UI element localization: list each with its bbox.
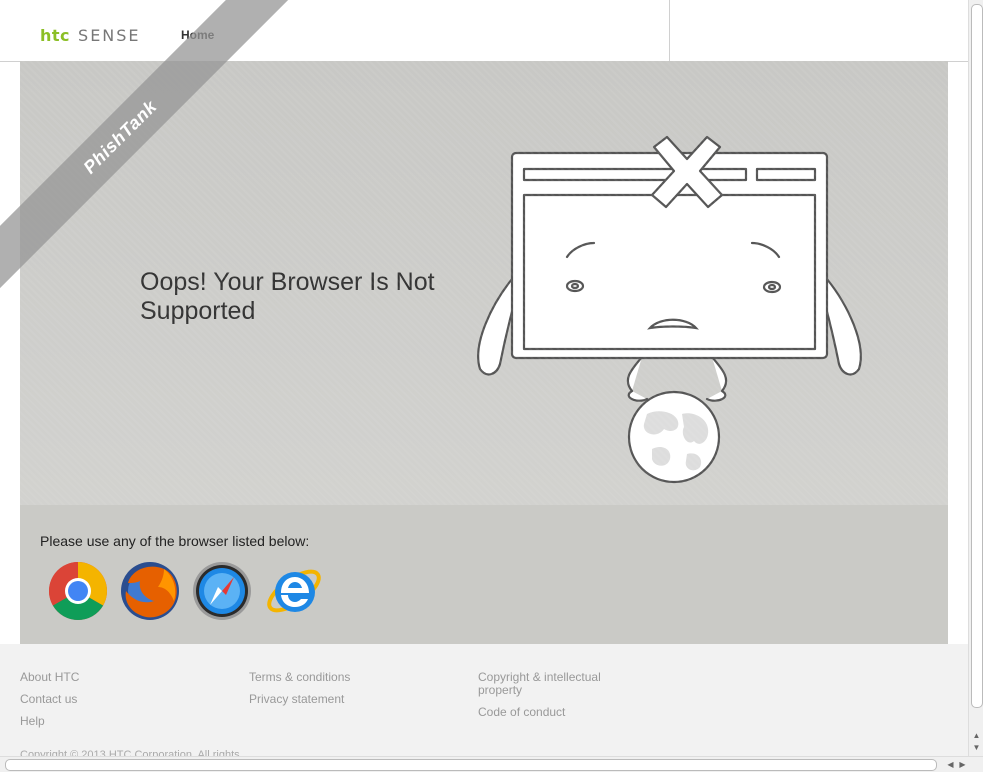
htc-sense-logo[interactable]: htc SENSE xyxy=(40,26,141,45)
footer-link-help[interactable]: Help xyxy=(20,715,79,728)
footer-link-privacy[interactable]: Privacy statement xyxy=(249,693,350,706)
footer-column-legal: Terms & conditions Privacy statement xyxy=(249,671,350,715)
footer-link-code-of-conduct[interactable]: Code of conduct xyxy=(478,706,628,719)
vertical-scrollbar[interactable]: ▲ ▼ xyxy=(968,0,983,756)
footer-link-copyright[interactable]: Copyright & intellectual property xyxy=(478,671,628,697)
footer-column-policies: Copyright & intellectual property Code o… xyxy=(478,671,628,728)
scroll-down-arrow-icon[interactable]: ▼ xyxy=(971,742,982,753)
vertical-scroll-thumb[interactable] xyxy=(971,4,983,708)
sad-browser-illustration xyxy=(477,135,862,484)
scroll-up-arrow-icon[interactable]: ▲ xyxy=(971,730,982,741)
browser-list xyxy=(48,561,324,621)
firefox-icon[interactable] xyxy=(120,561,180,621)
page-title: Oops! Your Browser Is Not Supported xyxy=(140,268,435,325)
horizontal-scroll-thumb[interactable] xyxy=(5,759,937,771)
chrome-icon[interactable] xyxy=(48,561,108,621)
header-divider xyxy=(669,0,670,61)
scroll-left-arrow-icon[interactable]: ◀ xyxy=(945,759,956,770)
scroll-right-arrow-icon[interactable]: ▶ xyxy=(957,759,968,770)
footer-column-company: About HTC Contact us Help xyxy=(20,671,79,737)
footer-link-contact[interactable]: Contact us xyxy=(20,693,79,706)
logo-brand: htc xyxy=(40,26,71,45)
logo-product: SENSE xyxy=(78,26,141,45)
footer-link-terms[interactable]: Terms & conditions xyxy=(249,671,350,684)
site-header: htc SENSE Home xyxy=(0,0,968,62)
ie-icon[interactable] xyxy=(264,561,324,621)
nav-home-link[interactable]: Home xyxy=(181,28,214,42)
safari-icon[interactable] xyxy=(192,561,252,621)
footer-link-about[interactable]: About HTC xyxy=(20,671,79,684)
supported-browsers-section: Please use any of the browser listed bel… xyxy=(20,505,948,644)
site-footer: About HTC Contact us Help Terms & condit… xyxy=(0,644,968,761)
horizontal-scrollbar[interactable]: ◀ ▶ xyxy=(0,756,983,772)
browsers-label: Please use any of the browser listed bel… xyxy=(40,533,310,549)
error-panel: Oops! Your Browser Is Not Supported xyxy=(20,61,948,505)
